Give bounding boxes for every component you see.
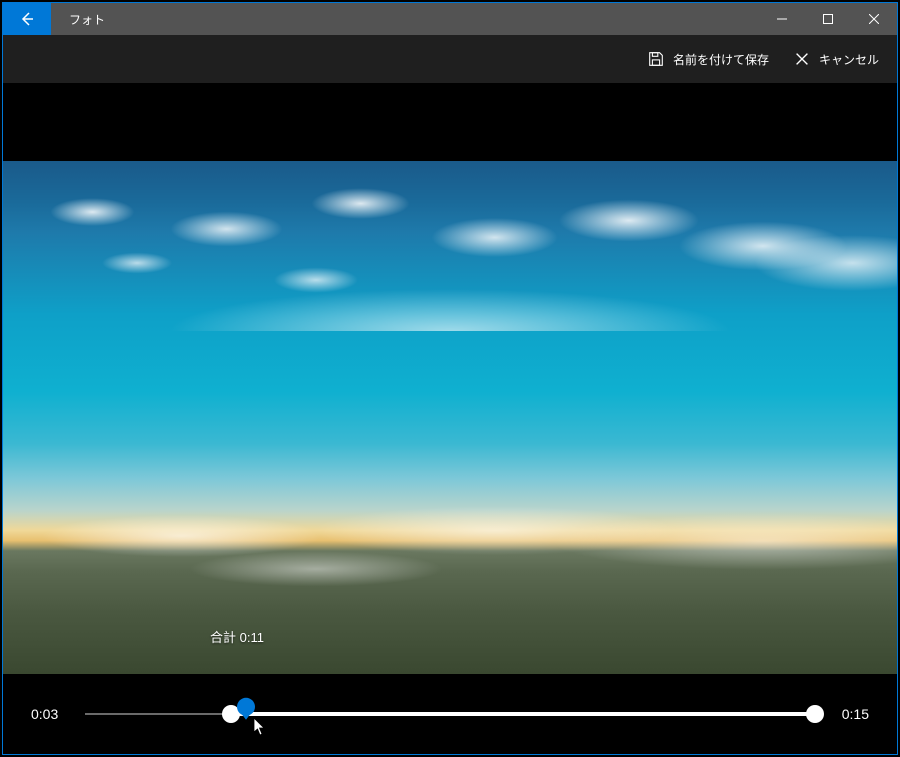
track-selection: [231, 712, 815, 716]
trim-start-time: 0:03: [31, 706, 67, 722]
maximize-button[interactable]: [805, 3, 851, 35]
minimize-icon: [777, 14, 787, 24]
tooltip-time: 0:11: [240, 630, 264, 645]
trim-track[interactable]: [85, 694, 815, 734]
titlebar-spacer: [123, 3, 759, 35]
minimize-button[interactable]: [759, 3, 805, 35]
window-controls: [759, 3, 897, 35]
save-as-label: 名前を付けて保存: [673, 51, 769, 68]
app-window: フォト 名前を付けて保存: [2, 2, 898, 755]
maximize-icon: [823, 14, 833, 24]
cancel-label: キャンセル: [819, 51, 879, 68]
arrow-left-icon: [19, 11, 35, 27]
titlebar: フォト: [3, 3, 897, 35]
close-icon: [869, 14, 879, 24]
decorative-clouds-top: [3, 161, 897, 331]
video-frame: [3, 161, 897, 674]
playhead-handle[interactable]: [237, 698, 255, 716]
back-button[interactable]: [3, 3, 51, 35]
cancel-button[interactable]: キャンセル: [783, 44, 889, 74]
video-preview: 合計 0:11: [3, 83, 897, 674]
cursor-icon: [253, 717, 267, 737]
save-icon: [647, 50, 665, 68]
mouse-cursor: [253, 717, 267, 737]
cancel-icon: [793, 50, 811, 68]
decorative-clouds-mid: [3, 481, 897, 591]
trim-bar: 0:03 0:15: [3, 674, 897, 754]
trim-end-handle[interactable]: [806, 705, 824, 723]
app-title: フォト: [51, 3, 123, 35]
toolbar: 名前を付けて保存 キャンセル: [3, 35, 897, 83]
trim-end-time: 0:15: [833, 706, 869, 722]
tooltip-prefix: 合計: [210, 630, 240, 645]
close-button[interactable]: [851, 3, 897, 35]
save-as-button[interactable]: 名前を付けて保存: [637, 44, 779, 74]
duration-tooltip: 合計 0:11: [210, 627, 264, 646]
